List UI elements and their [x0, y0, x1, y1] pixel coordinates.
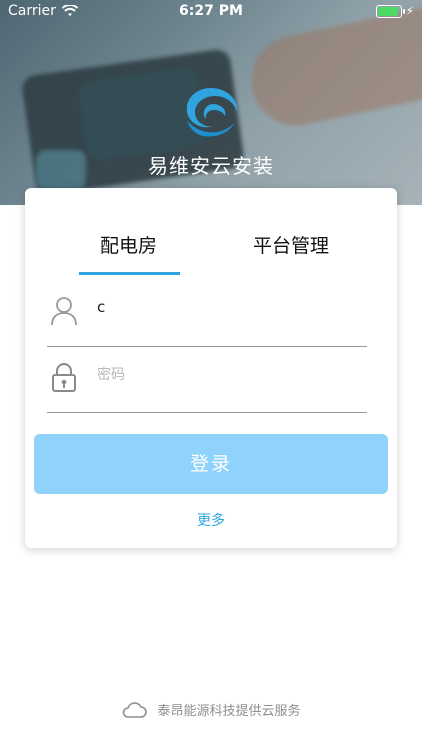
- tab-bar: 配电房 平台管理: [25, 188, 397, 276]
- username-field[interactable]: c: [47, 286, 367, 347]
- status-right: ⚡: [375, 4, 414, 18]
- app-title: 易维安云安装: [148, 154, 274, 178]
- swirl-logo-icon: [186, 88, 238, 137]
- login-button[interactable]: 登录: [34, 434, 388, 494]
- tab-selected-indicator: [79, 272, 180, 275]
- tab-distribution-room[interactable]: 配电房: [100, 231, 157, 258]
- hero-banner: Carrier 6:27 PM ⚡ 易维安云安装: [0, 0, 422, 205]
- tab-platform-management[interactable]: 平台管理: [253, 231, 329, 258]
- charging-icon: ⚡: [405, 4, 414, 18]
- username-input[interactable]: c: [97, 298, 105, 316]
- login-card: 配电房 平台管理 c 密码 登录 更多: [25, 188, 397, 548]
- cloud-icon: [123, 701, 148, 718]
- more-link[interactable]: 更多: [25, 510, 397, 530]
- footer-text: 泰昂能源科技提供云服务: [157, 704, 301, 719]
- lock-icon: [52, 363, 76, 392]
- battery-icon: [375, 4, 405, 18]
- user-icon: [51, 297, 77, 326]
- logo-container: [0, 82, 422, 140]
- status-bar: Carrier 6:27 PM ⚡: [0, 0, 422, 22]
- password-field[interactable]: 密码: [47, 352, 367, 413]
- password-input[interactable]: 密码: [97, 364, 125, 384]
- footer: 泰昂能源科技提供云服务: [0, 700, 422, 719]
- status-time: 6:27 PM: [179, 3, 243, 19]
- battery-fill: [377, 6, 398, 16]
